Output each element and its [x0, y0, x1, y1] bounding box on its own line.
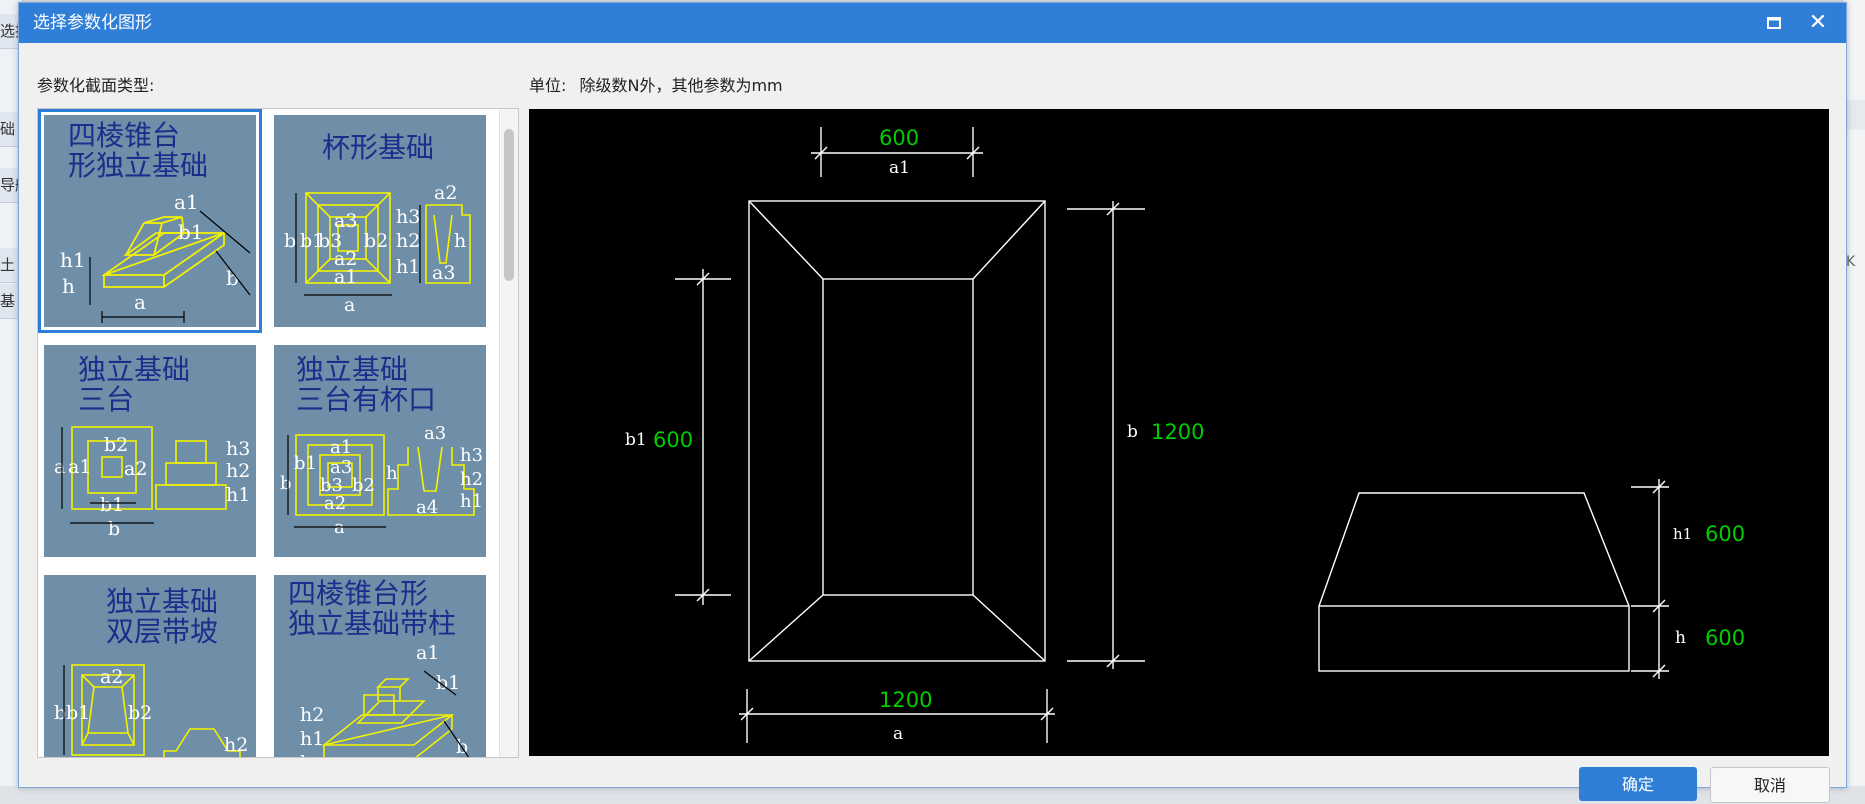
- unit-caption: 单位:: [529, 76, 567, 95]
- close-icon[interactable]: ✕: [1806, 11, 1830, 35]
- thumb-dim-label: h2: [224, 734, 248, 756]
- dialog-title: 选择参数化图形: [33, 13, 152, 33]
- thumb-dim-label: h1: [460, 491, 483, 512]
- thumbnail-isolated-foundation-three-step-cup[interactable]: 独立基础 三台有杯口 a3 a1 a3 b3 b2 a2 b b1 a h a4…: [274, 345, 486, 557]
- thumb-dim-label: a1: [416, 642, 439, 664]
- thumb-dim-label: a: [344, 294, 355, 316]
- thumb-dim-label: b2: [104, 434, 128, 456]
- scrollbar-thumb[interactable]: [504, 129, 514, 281]
- bg-right-tab: K: [1846, 254, 1856, 270]
- thumb-dim-label: b: [284, 230, 296, 252]
- shape-thumbnail-list[interactable]: 四棱锥台 形独立基础 a1 b1 h1 h a b 杯形基础 a2 h3 h2 …: [37, 108, 519, 758]
- ok-button[interactable]: 确定: [1579, 767, 1697, 801]
- shape-preview-canvas: a1 b1 b a h1 h 600 600 1200 1200 600 600: [529, 109, 1829, 756]
- preview-drawing: a1 b1 b a h1 h 600 600 1200 1200 600 600: [625, 126, 1745, 744]
- thumbnail-drawing: a1 b1 h2 h1 h b: [300, 642, 470, 758]
- thumbnail-isolated-foundation-double-slope[interactable]: 独立基础 双层带坡 a2 b b1 b2 a1 h2 h1: [44, 575, 256, 758]
- thumb-dim-label: b1: [178, 220, 204, 244]
- elevation-frustum: [1318, 492, 1630, 607]
- thumb-dim-label: b1: [294, 453, 317, 474]
- thumbnail-drawing: a3 a1 a3 b3 b2 a2 b b1 a h a4 h3 h2 h1: [280, 423, 483, 538]
- thumb-dim-label: h1: [224, 756, 248, 758]
- thumb-dim-label: b2: [352, 475, 375, 496]
- thumbnail-scrollbar[interactable]: [499, 109, 518, 757]
- dim-name-a1: a1: [889, 158, 910, 178]
- thumbnail-cup-foundation[interactable]: 杯形基础 a2 h3 h2 h1 h a3 b b1 b3 b2 a3 a2 a…: [274, 115, 486, 327]
- thumb-dim-label: h3: [226, 438, 250, 460]
- thumb-dim-label: a3: [432, 262, 455, 284]
- thumb-dim-label: a2: [100, 666, 123, 688]
- dim-name-h: h: [1675, 628, 1686, 648]
- thumbnail-pyramid-frustum-foundation[interactable]: 四棱锥台 形独立基础 a1 b1 h1 h a b: [38, 109, 262, 333]
- thumb-dim-label: h1: [60, 248, 86, 272]
- maximize-icon[interactable]: [1764, 13, 1784, 33]
- thumb-dim-label: a3: [334, 210, 357, 232]
- thumb-dim-label: a: [54, 456, 65, 478]
- thumb-dim-label: b2: [364, 230, 388, 252]
- thumbnail-drawing: a1 b1 h1 h a b: [60, 190, 251, 323]
- thumb-dim-label: a1: [100, 756, 123, 758]
- thumb-dim-label: h2: [300, 704, 324, 726]
- thumb-dim-label: h: [300, 752, 312, 758]
- thumbnail-drawing: a2 h3 h2 h1 h a3 b b1 b3 b2 a3 a2 a1 a: [284, 182, 471, 316]
- unit-label: 单位: 除级数N外，其他参数为mm: [529, 72, 791, 96]
- thumbnail-drawing: b2 a a1 a2 h3 h2 h1 b1 b: [54, 426, 250, 540]
- thumb-dim-label: b: [108, 518, 120, 540]
- dim-value-b: 1200: [1151, 420, 1204, 444]
- thumb-dim-label: h1: [396, 256, 420, 278]
- plan-inner-rect: [822, 278, 974, 596]
- thumbnail-pyramid-frustum-foundation-with-column[interactable]: 四棱锥台形 独立基础带柱 a1 b1 h2 h1 h b: [274, 575, 486, 758]
- thumb-dim-label: a: [134, 290, 146, 314]
- thumb-dim-label: h1: [226, 484, 250, 506]
- thumb-dim-label: a2: [434, 182, 457, 204]
- dim-value-a: 1200: [879, 688, 932, 712]
- thumb-dim-label: h: [454, 230, 466, 252]
- thumb-dim-label: a3: [424, 423, 446, 444]
- dim-name-b: b: [1127, 422, 1138, 442]
- section-types-label: 参数化截面类型:: [37, 76, 155, 95]
- thumb-dim-label: h2: [226, 460, 250, 482]
- cancel-button[interactable]: 取消: [1710, 767, 1830, 803]
- thumb-dim-label: a2: [124, 458, 147, 480]
- select-parametric-shape-dialog: 选择参数化图形 ✕ 参数化截面类型: 单位: 除级数N外，其他参数为mm 四棱锥…: [18, 2, 1847, 803]
- thumb-dim-label: b1: [66, 702, 90, 724]
- thumb-dim-label: h1: [300, 728, 324, 750]
- thumb-dim-label: a1: [334, 266, 357, 288]
- dim-value-h: 600: [1705, 626, 1745, 650]
- thumb-dim-label: h: [386, 463, 398, 484]
- dim-value-a1: 600: [879, 126, 919, 150]
- thumb-dim-label: a1: [68, 456, 91, 478]
- thumb-dim-label: h3: [396, 206, 420, 228]
- dim-value-b1: 600: [653, 428, 693, 452]
- thumb-dim-label: b: [280, 473, 292, 494]
- thumb-dim-label: a4: [416, 497, 438, 518]
- thumbnail-isolated-foundation-three-step[interactable]: 独立基础 三台 b2 a a1 a2 h3 h2 h1 b1 b: [44, 345, 256, 557]
- dim-name-h1: h1: [1673, 525, 1692, 543]
- dim-name-a: a: [893, 724, 903, 744]
- thumbnail-drawing: a2 b b1 b2 a1 h2 h1: [54, 664, 248, 758]
- thumb-dim-label: h3: [460, 445, 483, 466]
- elevation-base: [1318, 605, 1630, 672]
- thumb-dim-label: h: [62, 274, 75, 298]
- dim-value-h1: 600: [1705, 522, 1745, 546]
- thumb-dim-label: h2: [460, 469, 483, 490]
- dialog-title-bar[interactable]: 选择参数化图形 ✕: [19, 3, 1846, 43]
- unit-text: 除级数N外，其他参数为mm: [579, 76, 783, 95]
- plan-outer-rect: [748, 200, 1046, 662]
- thumb-dim-label: b2: [128, 702, 152, 724]
- thumb-dim-label: h2: [396, 230, 420, 252]
- thumb-dim-label: b1: [100, 494, 124, 516]
- thumb-dim-label: a2: [324, 493, 346, 514]
- thumb-dim-label: a1: [330, 437, 352, 458]
- dim-name-b1: b1: [625, 430, 647, 450]
- thumb-dim-label: a1: [174, 190, 199, 214]
